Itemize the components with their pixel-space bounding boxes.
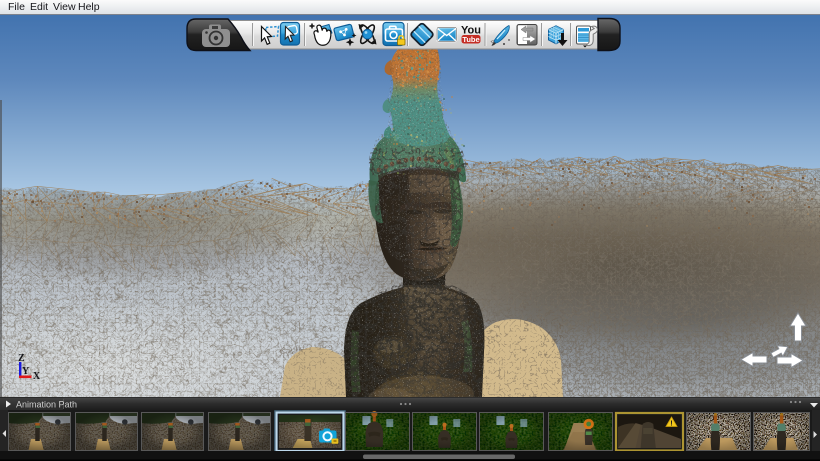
svg-text:Animation Path: Animation Path xyxy=(16,400,77,410)
svg-text:Y: Y xyxy=(22,366,30,377)
svg-text:Z: Z xyxy=(18,353,25,364)
svg-text:Tube: Tube xyxy=(462,35,479,44)
svg-text:X: X xyxy=(33,371,41,382)
svg-text:!: ! xyxy=(670,419,673,428)
